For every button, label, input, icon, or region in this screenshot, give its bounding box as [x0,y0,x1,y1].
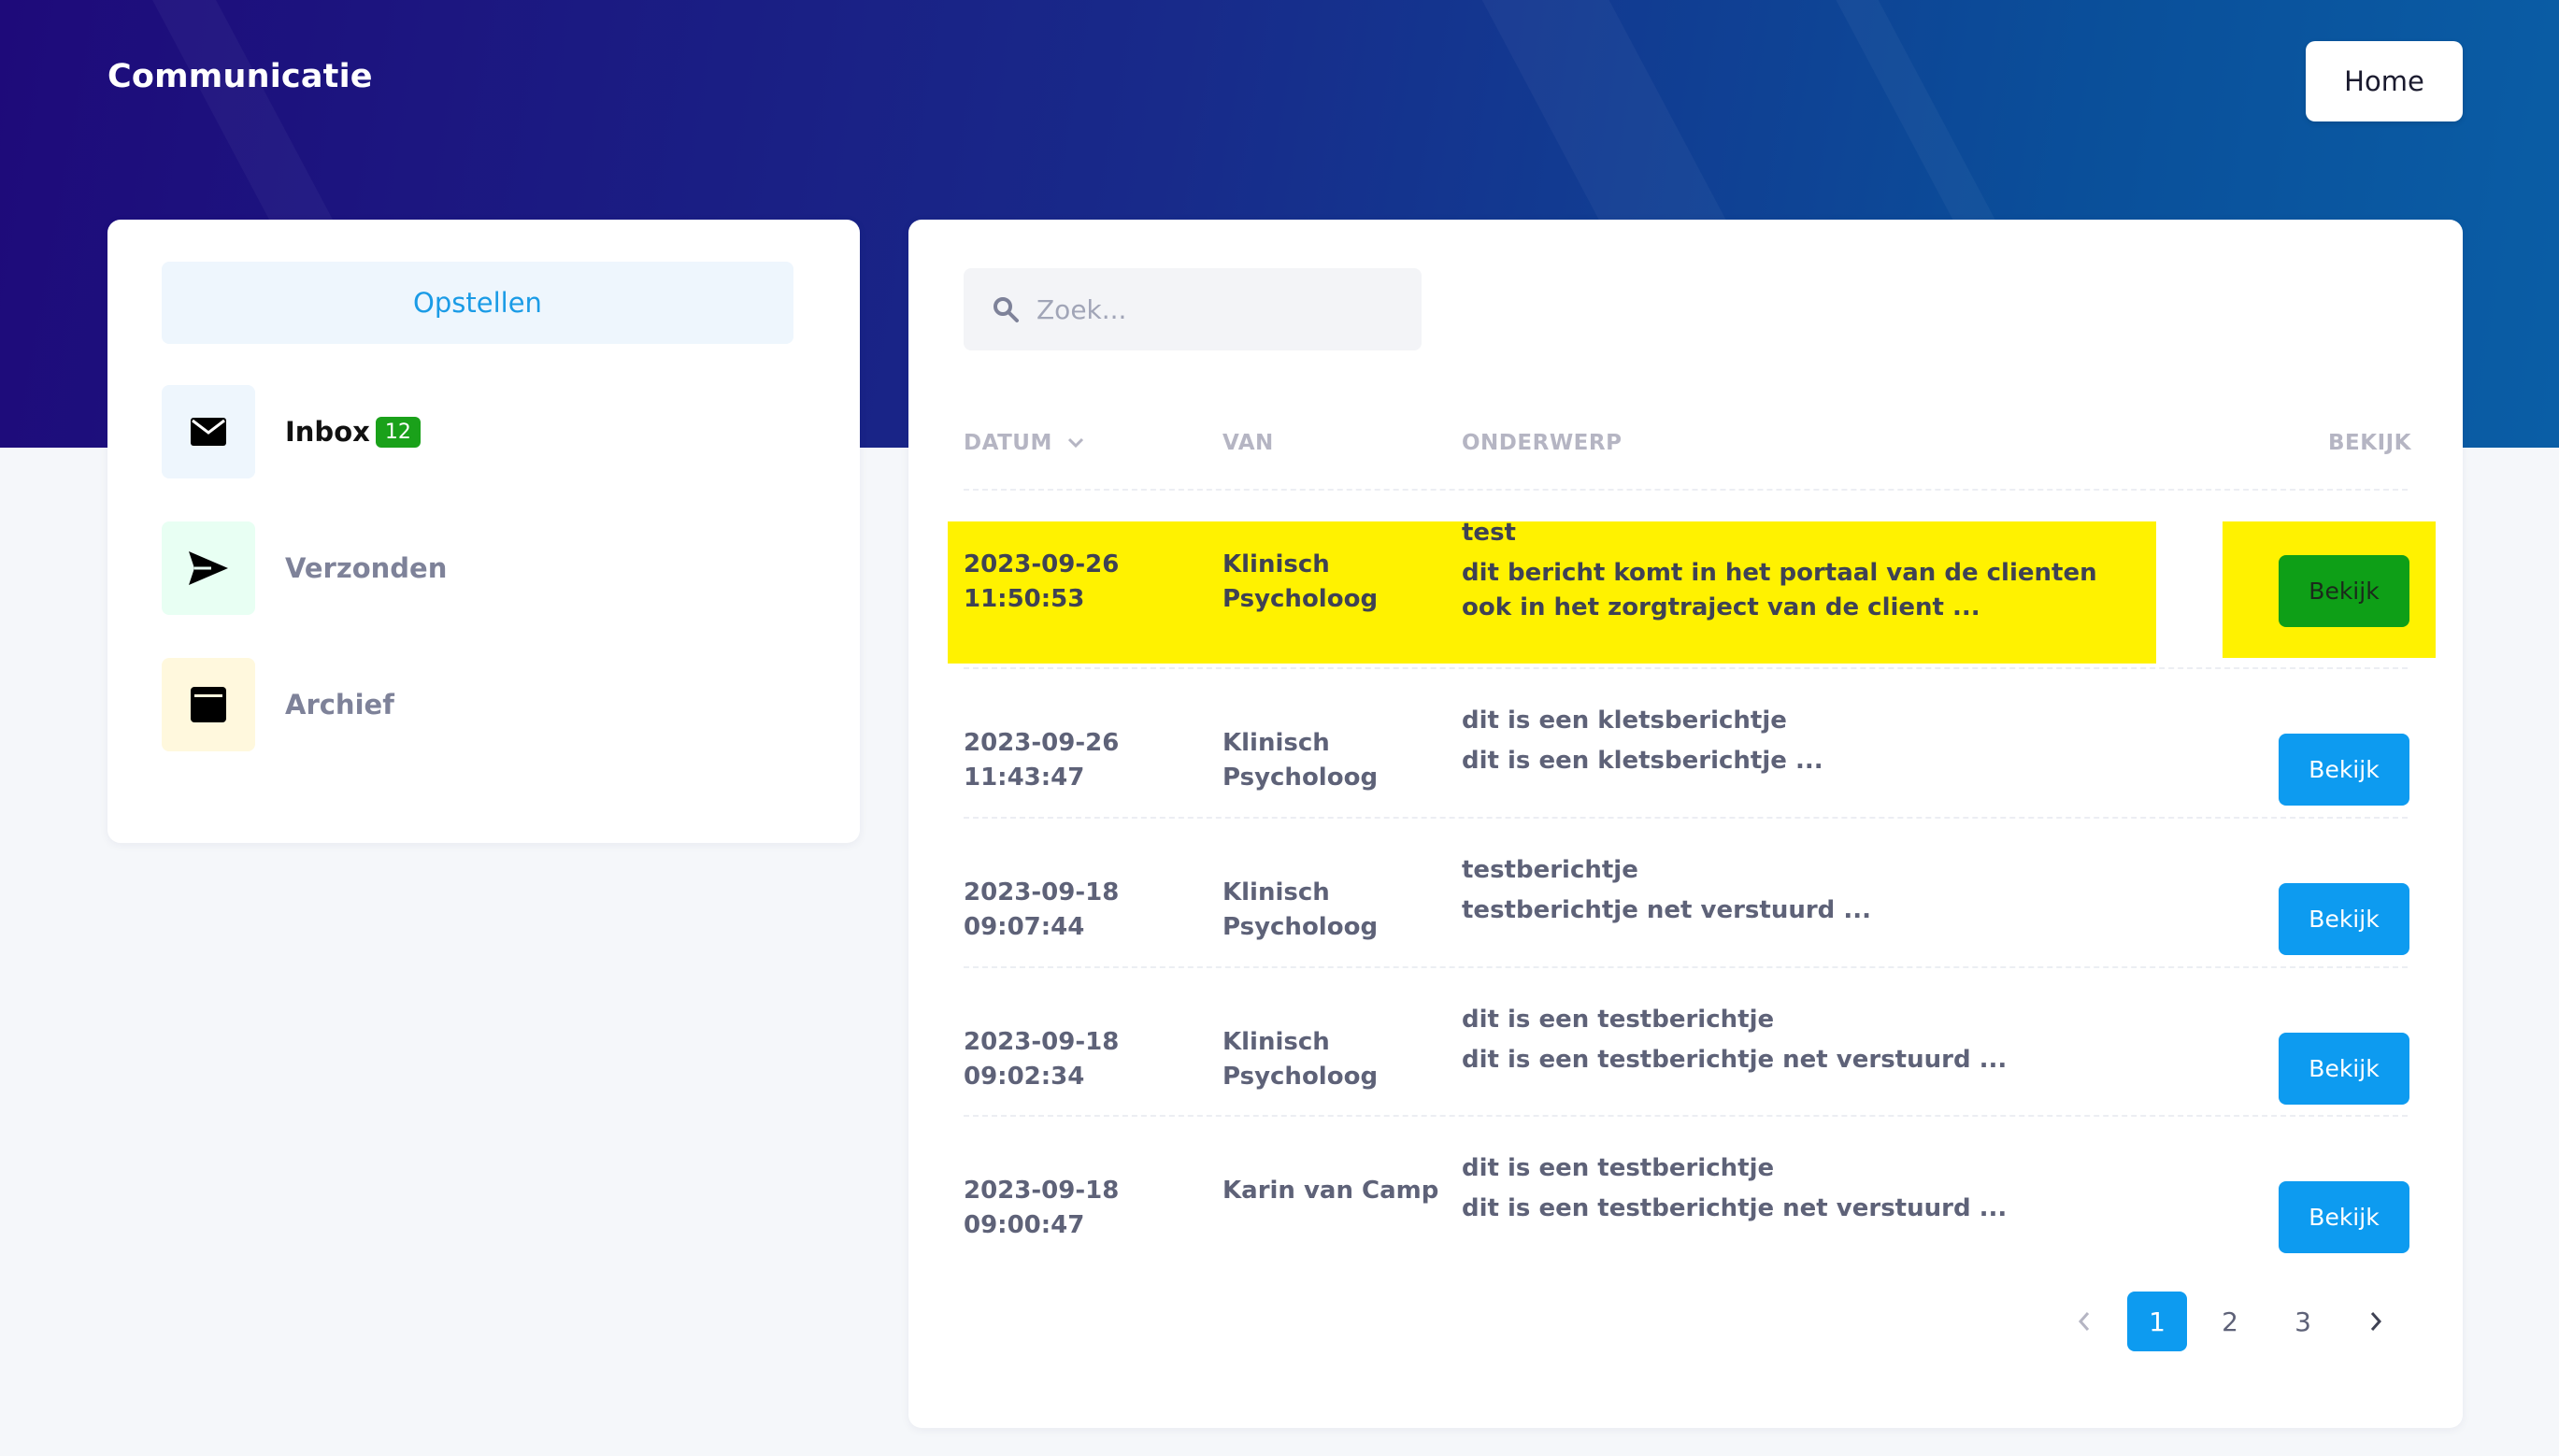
column-header-subject: ONDERWERP [1462,431,1623,455]
message-date: 2023-09-18 09:07:44 [964,878,1120,941]
message-preview: dit bericht komt in het portaal van de c… [1462,559,2097,621]
page-title: Communicatie [107,58,373,95]
sidebar-item-label: Inbox 12 [285,416,421,448]
view-button[interactable]: Bekijk [2279,883,2409,955]
search-input[interactable] [1036,268,1410,350]
page-3-button[interactable]: 3 [2273,1292,2333,1351]
view-button[interactable]: Bekijk [2279,734,2409,806]
next-page-button[interactable] [2346,1292,2406,1351]
sidebar-item-label: Verzonden [285,552,448,584]
message-date: 2023-09-26 11:50:53 [964,550,1120,613]
view-button[interactable]: Bekijk [2279,1033,2409,1105]
message-sender: Klinisch Psycholoog [1222,1028,1379,1091]
column-header-view: BEKIJK [2328,431,2412,455]
message-preview: testberichtje net verstuurd ... [1462,896,1871,924]
sidebar-item-label: Archief [285,689,394,721]
archive-icon [162,658,255,751]
message-subject: dit is een kletsberichtje dit is een kle… [1462,704,2135,778]
message-subject: dit is een testberichtje dit is een test… [1462,1151,2135,1226]
prev-page-button[interactable] [2054,1292,2114,1351]
table-row[interactable]: 2023-09-18 09:00:47 Karin van Camp dit is… [908,1148,2463,1295]
divider [964,489,2408,491]
message-subject: testberichtje testberichtje net verstuur… [1462,853,2135,928]
home-button[interactable]: Home [2306,41,2463,121]
table-row[interactable]: 2023-09-18 09:02:34 Klinisch Psycholoog di… [908,999,2463,1147]
page-1-button[interactable]: 1 [2127,1292,2187,1351]
table-row[interactable]: 2023-09-26 11:50:53 Klinisch Psycholoog te… [908,519,2463,669]
search-box[interactable] [964,268,1422,350]
divider [964,667,2408,669]
send-icon [162,521,255,615]
message-preview: dit is een kletsberichtje ... [1462,747,1823,775]
unread-count-badge: 12 [375,417,421,448]
column-header-date[interactable]: DATUM [964,431,1084,455]
message-date: 2023-09-18 09:02:34 [964,1028,1120,1091]
message-sender: Klinisch Psycholoog [1222,550,1379,613]
chevron-left-icon [2078,1312,2090,1331]
sidebar-item-sent[interactable]: Verzonden [162,521,816,615]
message-subject: test dit bericht komt in het portaal van… [1462,516,2135,625]
chevron-right-icon [2370,1312,2382,1331]
message-sender: Karin van Camp [1222,1177,1439,1205]
mail-folders-panel: Opstellen Inbox 12 Verzonden Archief [107,220,860,843]
table-row[interactable]: 2023-09-26 11:43:47 Klinisch Psycholoog di… [908,700,2463,848]
view-button[interactable]: Bekijk [2279,1181,2409,1253]
message-sender: Klinisch Psycholoog [1222,729,1379,792]
divider [964,1115,2408,1117]
search-icon [992,295,1020,327]
view-button[interactable]: Bekijk [2279,555,2409,627]
page-2-button[interactable]: 2 [2200,1292,2260,1351]
compose-button[interactable]: Opstellen [162,262,793,344]
message-preview: dit is een testberichtje net verstuurd .… [1462,1194,2008,1222]
chevron-down-icon [1068,437,1084,449]
divider [964,966,2408,968]
message-subject: dit is een testberichtje dit is een test… [1462,1003,2135,1078]
message-date: 2023-09-26 11:43:47 [964,729,1120,792]
sidebar-item-archive[interactable]: Archief [162,658,816,751]
messages-panel: DATUM VAN ONDERWERP BEKIJK 2023-09-2611:… [908,220,2463,1428]
envelope-icon [162,385,255,478]
sidebar-item-inbox[interactable]: Inbox 12 [162,385,816,478]
divider [964,817,2408,819]
table-row[interactable]: 2023-09-18 09:07:44 Klinisch Psycholoog te… [908,849,2463,997]
message-preview: dit is een testberichtje net verstuurd .… [1462,1046,2008,1074]
message-sender: Klinisch Psycholoog [1222,878,1379,941]
message-date: 2023-09-18 09:00:47 [964,1177,1120,1239]
column-header-from: VAN [1222,431,1274,455]
